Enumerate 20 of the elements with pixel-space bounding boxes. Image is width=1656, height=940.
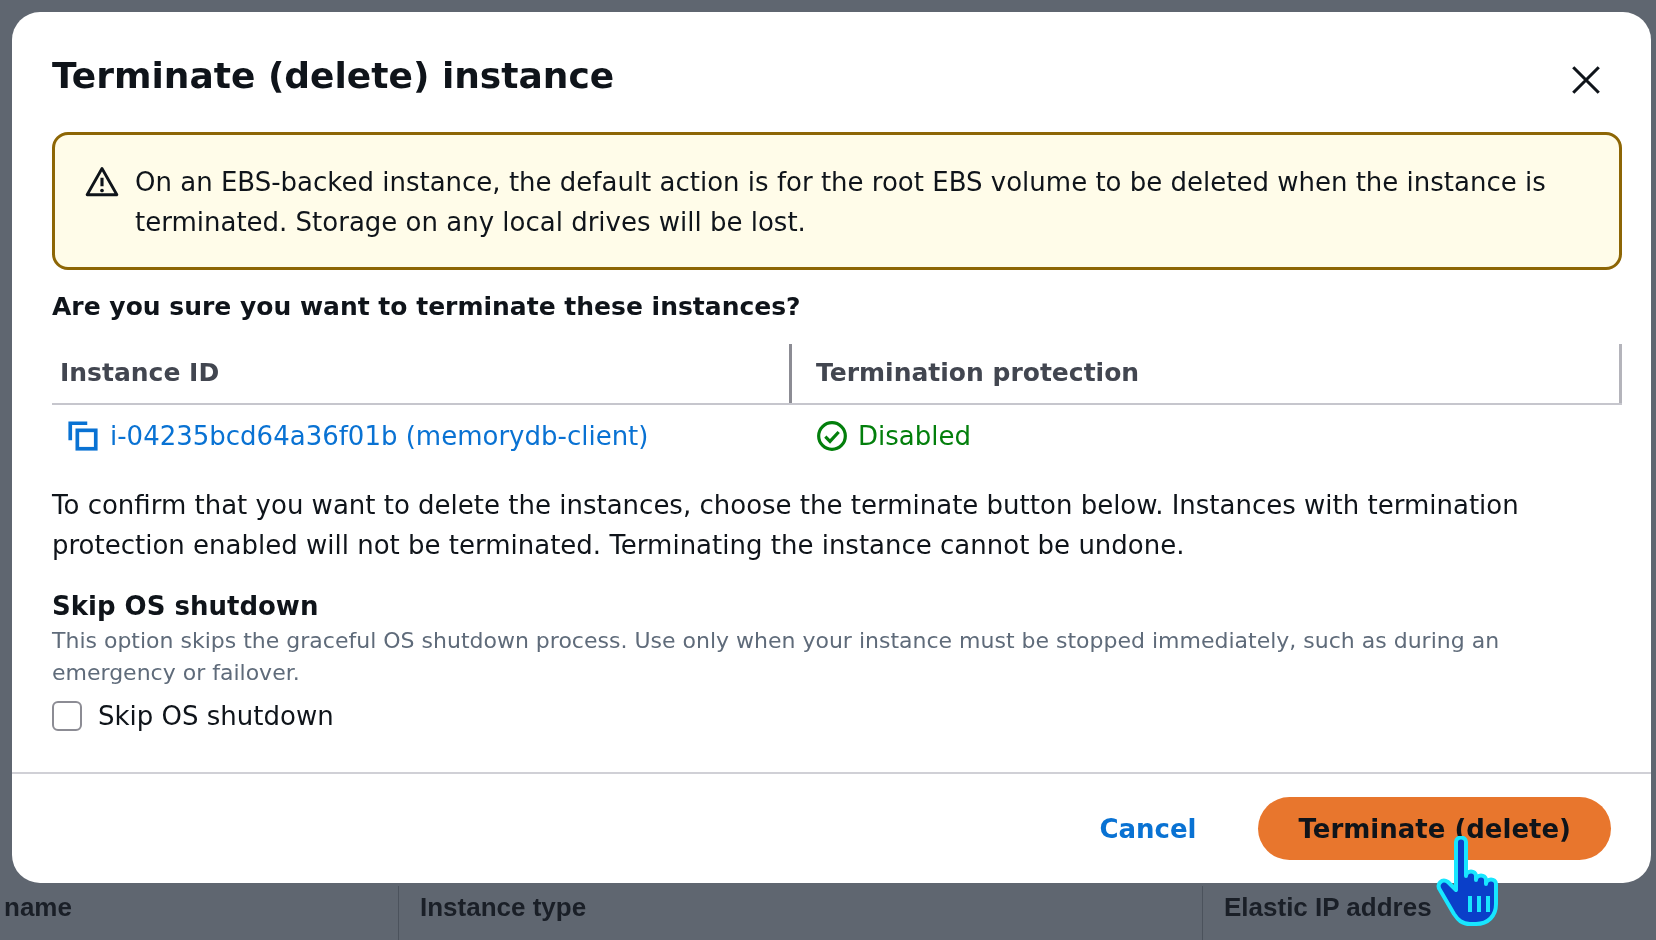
terminate-button[interactable]: Terminate (delete) xyxy=(1258,797,1611,860)
question-text: Are you sure you want to terminate these instances? xyxy=(52,291,802,323)
section-description: This option skips the graceful OS shutdown process. Use only when your instance must be stopped immediately, such as during an emergency or failover. xyxy=(52,627,1501,687)
column-header: name xyxy=(4,892,72,922)
column-header: Termination protection xyxy=(816,358,1140,387)
warning-icon xyxy=(85,165,119,199)
checkbox[interactable] xyxy=(52,701,82,731)
confirm-text: To confirm that you want to delete the instances, choose the terminate button below. Instances with termination protection enabled will not be terminated. Terminating the instance cannot be undone. xyxy=(52,489,1520,562)
warning-message: On an EBS-backed instance, the default action is for the root EBS volume to be deleted when the instance is terminated. Storage on any local drives will be lost. xyxy=(135,166,1547,239)
cancel-button[interactable]: Cancel xyxy=(1093,803,1203,854)
status-text: Disabled xyxy=(858,421,971,451)
copy-icon xyxy=(66,419,100,453)
column-header: Elastic IP addres xyxy=(1224,892,1432,922)
section-heading: Skip OS shutdown xyxy=(52,590,320,623)
instance-link[interactable]: i-04235bcd64a36f01b (memorydb-client) xyxy=(110,421,649,451)
checkbox-label: Skip OS shutdown xyxy=(98,701,334,731)
check-circle-icon xyxy=(816,420,848,452)
column-header: Instance type xyxy=(420,892,587,922)
dialog-title: Terminate (delete) instance xyxy=(52,54,615,98)
column-header: Instance ID xyxy=(60,358,220,387)
